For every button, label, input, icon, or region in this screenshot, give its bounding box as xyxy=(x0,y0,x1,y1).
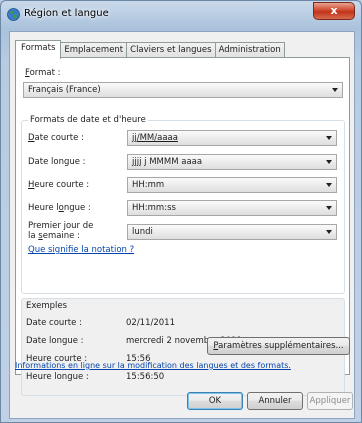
heure-courte-label: Heure courte : xyxy=(28,180,90,190)
chevron-down-icon xyxy=(326,160,332,164)
notation-help-link[interactable]: Que signifie la notation ? xyxy=(28,245,134,255)
tab-strip: Formats Emplacement Claviers et langues … xyxy=(15,40,285,59)
region-language-window: Région et langue x Formats Emplacement C… xyxy=(0,0,362,423)
title-bar[interactable]: Région et langue x xyxy=(1,1,361,29)
format-label: Format : xyxy=(25,68,61,78)
tab-claviers-et-langues[interactable]: Claviers et langues xyxy=(126,42,216,58)
online-info-link[interactable]: Informations en ligne sur la modificatio… xyxy=(15,361,291,370)
heure-courte-value: HH:mm xyxy=(132,180,165,190)
format-select[interactable]: Français (France) xyxy=(23,82,343,98)
date-longue-label: Date longue : xyxy=(28,157,86,167)
datetime-formats-group: Formats de date et d'heure Date courte :… xyxy=(21,115,345,294)
premier-jour-label: Premier jour de la semaine : xyxy=(28,221,94,241)
close-button[interactable]: x xyxy=(313,2,355,20)
formats-panel: Format : Français (France) Formats de da… xyxy=(15,57,350,396)
date-longue-value: jjjj j MMMM aaaa xyxy=(132,157,203,167)
date-courte-label: Date courte : xyxy=(28,133,84,143)
ok-button[interactable]: OK xyxy=(187,392,243,410)
chevron-down-icon xyxy=(326,230,332,234)
cancel-button[interactable]: Annuler xyxy=(247,392,303,410)
format-select-value: Français (France) xyxy=(28,85,101,95)
chevron-down-icon xyxy=(326,183,332,187)
heure-courte-select[interactable]: HH:mm xyxy=(127,177,337,193)
chevron-down-icon xyxy=(332,88,338,92)
tab-formats[interactable]: Formats xyxy=(15,40,62,59)
tab-emplacement[interactable]: Emplacement xyxy=(60,42,128,58)
date-courte-value: jj/MM/aaaa xyxy=(132,133,178,143)
example-label: Date longue : xyxy=(26,336,84,346)
dialog-client-area: Formats Emplacement Claviers et langues … xyxy=(9,31,355,419)
premier-jour-select[interactable]: lundi xyxy=(127,224,337,240)
examples-title: Exemples xyxy=(26,301,68,311)
heure-longue-value: HH:mm:ss xyxy=(132,203,176,213)
tab-administration[interactable]: Administration xyxy=(214,42,285,58)
chevron-down-icon xyxy=(326,136,332,140)
datetime-group-title: Formats de date et d'heure xyxy=(28,115,148,125)
heure-longue-select[interactable]: HH:mm:ss xyxy=(127,200,337,216)
globe-icon xyxy=(7,8,20,21)
dialog-button-bar: OK Annuler Appliquer xyxy=(10,388,354,418)
date-longue-select[interactable]: jjjj j MMMM aaaa xyxy=(127,154,337,170)
window-title: Région et langue xyxy=(24,8,109,19)
premier-jour-value: lundi xyxy=(132,227,153,237)
example-value: 15:56:50 xyxy=(126,372,165,382)
example-label: Heure longue : xyxy=(26,372,89,382)
more-settings-button[interactable]: Paramètres supplémentaires... xyxy=(207,337,350,355)
example-label: Date courte : xyxy=(26,318,82,328)
heure-longue-label: Heure longue : xyxy=(28,203,91,213)
example-value: 02/11/2011 xyxy=(126,318,175,328)
apply-button[interactable]: Appliquer xyxy=(307,392,353,410)
date-courte-select[interactable]: jj/MM/aaaa xyxy=(127,130,337,146)
chevron-down-icon xyxy=(326,206,332,210)
